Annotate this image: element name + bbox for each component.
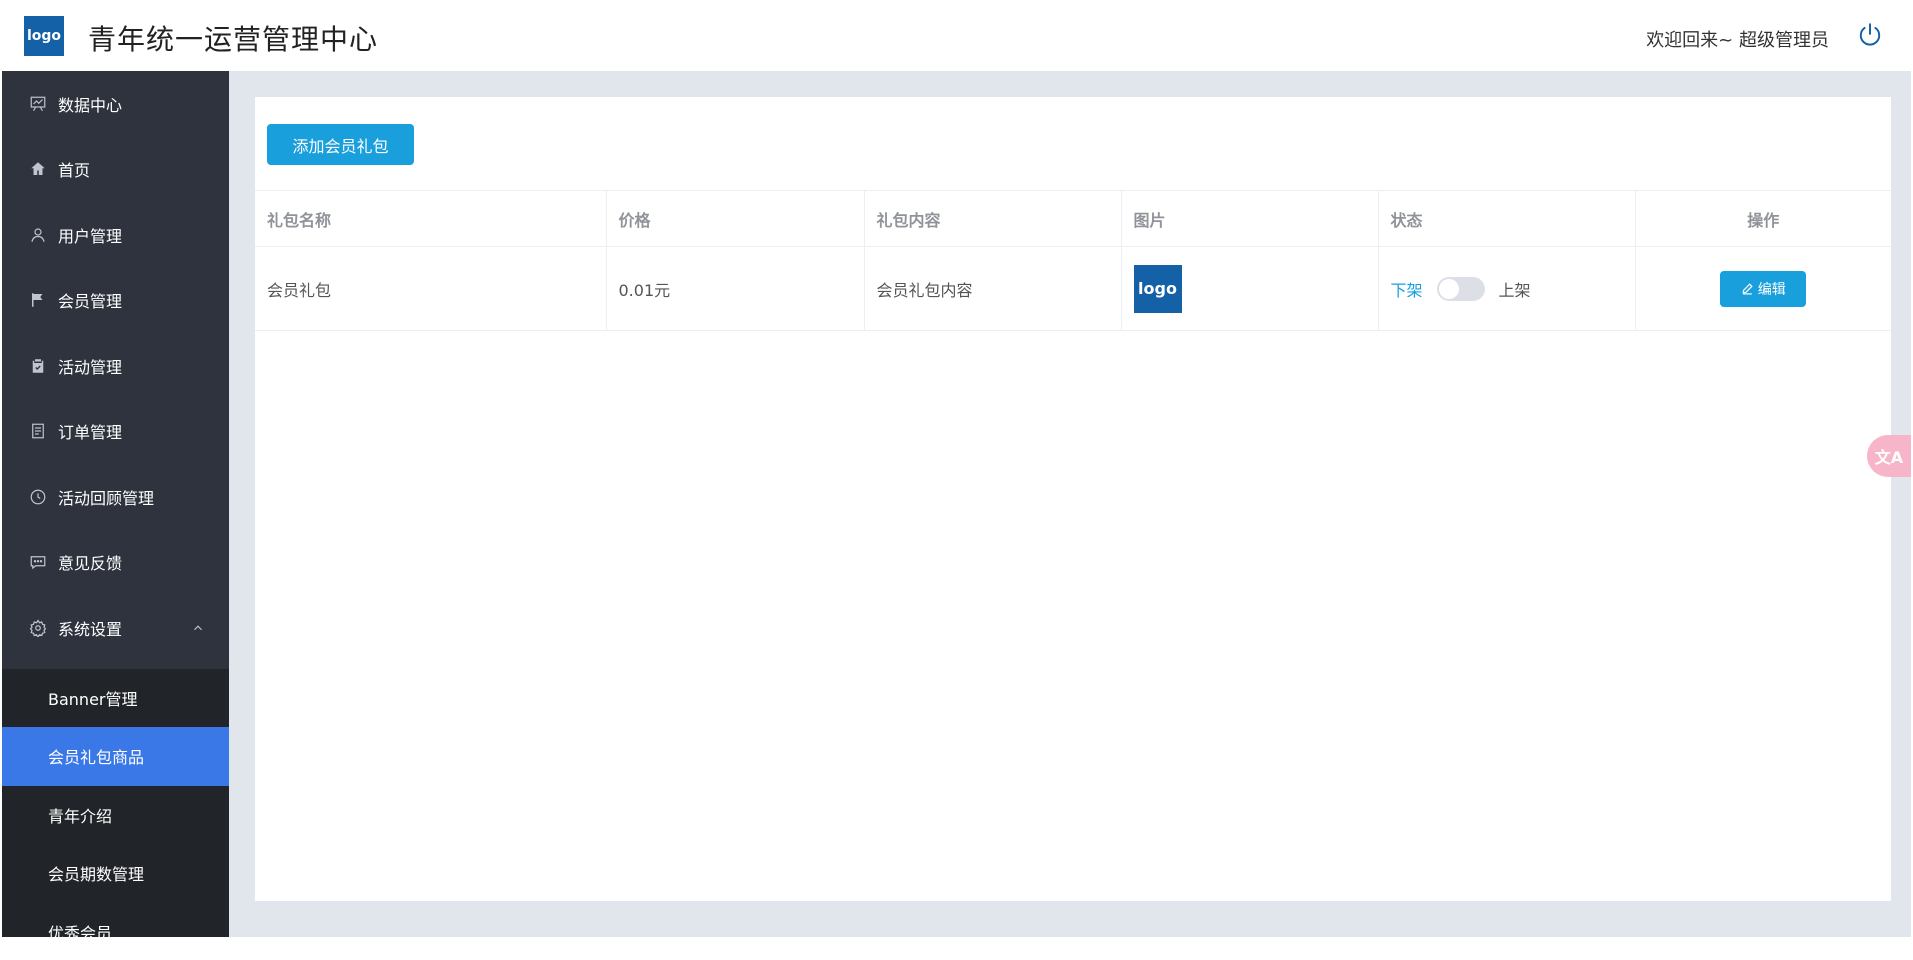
translate-icon: 文A (1874, 448, 1904, 467)
submenu-item-label: 优秀会员 (48, 923, 113, 937)
submenu-item-gift-products[interactable]: 会员礼包商品 (2, 727, 229, 786)
sidebar-item-activity-review[interactable]: 活动回顾管理 (2, 464, 229, 530)
logo: logo (24, 16, 64, 56)
sidebar-item-data-center[interactable]: 数据中心 (2, 71, 229, 137)
chevron-up-icon (194, 625, 202, 630)
sidebar: 数据中心 首页 用户管理 会员管理 活动管理 订单管理 活动回顾管理 意见反馈 … (2, 71, 229, 937)
sidebar-item-label: 用户管理 (58, 226, 123, 246)
column-header-actions: 操作 (1635, 190, 1891, 247)
clipboard-icon (28, 356, 48, 376)
status-off-label: 下架 (1390, 280, 1423, 300)
edit-icon (1742, 283, 1753, 295)
app-window: logo 青年统一运营管理中心 欢迎回来~ 超级管理员 数据中心 首页 用户管理 (2, 2, 1911, 937)
table-row: 会员礼包 0.01元 会员礼包内容 logo 下架 上架 编辑 (255, 246, 1891, 331)
sidebar-item-users[interactable]: 用户管理 (2, 202, 229, 268)
column-header-image: 图片 (1121, 190, 1379, 247)
status-on-label: 上架 (1498, 280, 1531, 300)
cell-name: 会员礼包 (255, 246, 607, 331)
toggle-knob (1438, 278, 1459, 299)
content-card: 添加会员礼包 礼包名称 价格 礼包内容 图片 状态 操作 会员礼包 0.01元 … (255, 97, 1891, 901)
sidebar-item-label: 订单管理 (58, 423, 123, 443)
document-icon (28, 421, 48, 441)
status-switch-group: 下架 上架 (1390, 276, 1623, 301)
submenu-item-label: 会员礼包商品 (48, 748, 145, 768)
clock-icon (28, 487, 48, 507)
home-icon (28, 159, 48, 179)
sidebar-item-label: 活动回顾管理 (58, 488, 155, 508)
submenu-item-member-periods[interactable]: 会员期数管理 (2, 844, 229, 903)
cell-image: logo (1121, 246, 1379, 331)
status-toggle-switch[interactable] (1436, 276, 1485, 301)
user-icon (28, 225, 48, 245)
column-header-name: 礼包名称 (255, 190, 607, 247)
data-board-icon (28, 94, 48, 114)
sidebar-item-label: 活动管理 (58, 357, 123, 377)
sidebar-item-label: 首页 (58, 161, 91, 181)
main-content: 添加会员礼包 礼包名称 价格 礼包内容 图片 状态 操作 会员礼包 0.01元 … (229, 71, 1911, 937)
submenu-item-label: 青年介绍 (48, 806, 113, 826)
settings-submenu: Banner管理 会员礼包商品 青年介绍 会员期数管理 优秀会员 (2, 668, 229, 937)
sidebar-item-activities[interactable]: 活动管理 (2, 333, 229, 399)
column-header-content: 礼包内容 (864, 190, 1122, 247)
sidebar-item-label: 系统设置 (58, 619, 123, 639)
cell-actions: 编辑 (1635, 246, 1891, 331)
power-icon[interactable] (1857, 22, 1883, 48)
sidebar-item-orders[interactable]: 订单管理 (2, 399, 229, 465)
sidebar-item-home[interactable]: 首页 (2, 137, 229, 203)
sidebar-item-system-settings[interactable]: 系统设置 (2, 595, 229, 661)
table-header-row: 礼包名称 价格 礼包内容 图片 状态 操作 (255, 190, 1891, 247)
welcome-text: 欢迎回来~ 超级管理员 (1646, 30, 1829, 51)
column-header-price: 价格 (606, 190, 865, 247)
submenu-item-excellent-members[interactable]: 优秀会员 (2, 903, 229, 937)
sidebar-item-members[interactable]: 会员管理 (2, 268, 229, 334)
sidebar-item-label: 意见反馈 (58, 554, 123, 574)
flag-icon (28, 290, 48, 310)
gear-icon (28, 618, 48, 638)
add-gift-package-button[interactable]: 添加会员礼包 (267, 124, 414, 165)
sidebar-item-feedback[interactable]: 意见反馈 (2, 530, 229, 596)
translate-floating-button[interactable]: 文A (1867, 435, 1911, 477)
column-header-status: 状态 (1378, 190, 1636, 247)
sidebar-item-label: 会员管理 (58, 292, 123, 312)
cell-price: 0.01元 (606, 246, 865, 331)
edit-button-label: 编辑 (1757, 281, 1786, 298)
edit-button[interactable]: 编辑 (1720, 270, 1807, 307)
cell-content: 会员礼包内容 (864, 246, 1122, 331)
sidebar-item-label: 数据中心 (58, 95, 123, 115)
submenu-item-label: 会员期数管理 (48, 865, 145, 885)
top-header: logo 青年统一运营管理中心 欢迎回来~ 超级管理员 (2, 2, 1911, 71)
submenu-item-banner[interactable]: Banner管理 (2, 669, 229, 728)
cell-status: 下架 上架 (1378, 246, 1636, 331)
app-title: 青年统一运营管理中心 (88, 23, 379, 56)
chat-icon (28, 552, 48, 572)
gift-image-thumbnail[interactable]: logo (1133, 264, 1182, 313)
gift-package-table: 礼包名称 价格 礼包内容 图片 状态 操作 会员礼包 0.01元 会员礼包内容 (255, 190, 1891, 331)
submenu-item-label: Banner管理 (48, 689, 138, 709)
submenu-item-youth-intro[interactable]: 青年介绍 (2, 786, 229, 845)
